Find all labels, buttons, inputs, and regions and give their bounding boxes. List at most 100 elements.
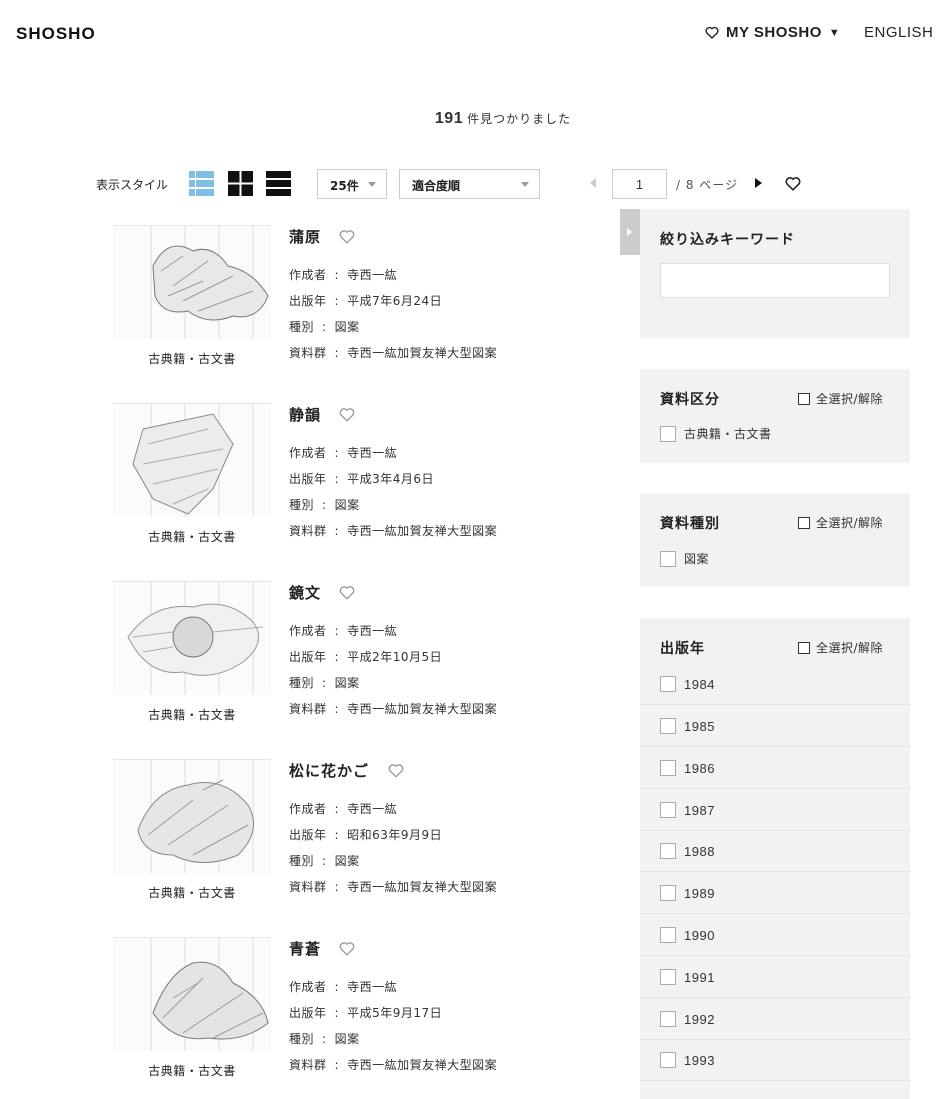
option-label: 1984 [684,676,715,692]
item-title[interactable]: 鏡文 [289,582,321,603]
my-shosho-menu[interactable]: MY SHOSHO ▼ [705,24,840,41]
per-page-select[interactable]: 25件 [317,169,387,199]
year-option[interactable]: 1991 [660,969,715,985]
meta-label: 出版年 [289,650,327,664]
year-option[interactable]: 1990 [660,927,715,943]
meta-label: 出版年 [289,1006,327,1020]
checkbox[interactable] [660,885,676,901]
checkbox[interactable] [798,516,810,529]
item-title[interactable]: 青蒼 [289,938,321,959]
next-page-icon[interactable] [755,178,762,188]
meta-value: 昭和63年9月9日 [347,828,443,842]
thumbnail-image[interactable] [113,581,271,695]
checkbox[interactable] [798,392,810,405]
kind-option[interactable]: 図案 [660,550,709,567]
checkbox[interactable] [660,802,676,818]
meta-date: 出版年: 平成3年4月6日 [289,472,434,486]
list-detail-view-icon [189,171,214,196]
checkbox[interactable] [660,718,676,734]
meta-label: 作成者 [289,624,327,638]
checkbox[interactable] [660,425,676,442]
year-option[interactable]: 1986 [660,760,715,776]
meta-date: 出版年: 平成7年6月24日 [289,294,443,308]
thumbnail-image[interactable] [113,225,271,339]
checkbox[interactable] [660,1011,676,1027]
year-option[interactable]: 1984 [660,676,715,692]
sort-select[interactable]: 適合度順 [399,169,540,199]
material-option[interactable]: 古典籍・古文書 [660,425,772,442]
meta-value: 寺西一紘加賀友禅大型図案 [347,524,498,538]
checkbox[interactable] [660,760,676,776]
prev-page-icon[interactable] [590,178,596,188]
meta-value: 寺西一紘 [347,446,398,460]
meta-label: 種別 [289,498,315,512]
heart-icon[interactable] [785,176,801,191]
item-title[interactable]: 蒲原 [289,226,321,247]
item-title[interactable]: 松に花かご [289,760,369,781]
page-total: / 8 ページ [676,178,739,192]
meta-collection: 資料群: 寺西一紘加賀友禅大型図案 [289,702,498,716]
checkbox[interactable] [798,641,810,654]
meta-date: 出版年: 平成2年10月5日 [289,650,443,664]
checkbox[interactable] [660,550,676,567]
meta-type: 種別: 図案 [289,498,360,512]
meta-type: 種別: 図案 [289,676,360,690]
checkbox[interactable] [660,969,676,985]
year-select-all[interactable]: 全選択/解除 [798,639,883,656]
option-label: 1989 [684,885,715,901]
item-title[interactable]: 静韻 [289,404,321,425]
grid-view-button[interactable] [228,171,253,196]
heart-icon[interactable] [388,763,404,778]
thumbnail-image[interactable] [113,937,271,1051]
list-item: 古典籍・古文書 青蒼 作成者: 寺西一紘 出版年: 平成5年9月17日 種別: 図案 … [0,934,600,1099]
thumbnail-image[interactable] [113,403,271,517]
list-view-icon [266,171,291,196]
dropdown-arrow-icon [368,182,376,187]
year-option[interactable]: 1989 [660,885,715,901]
keyword-filter-input[interactable] [660,263,890,298]
checkbox[interactable] [660,1052,676,1068]
meta-label: 作成者 [289,802,327,816]
option-label: 1990 [684,927,715,943]
meta-label: 出版年 [289,294,327,308]
checkbox[interactable] [660,676,676,692]
material-filter-title: 資料区分 [660,392,720,408]
result-count: 191 件見つかりました [0,110,945,128]
year-option[interactable]: 1985 [660,718,715,734]
list-detail-view-button[interactable] [189,171,214,196]
meta-value: 図案 [334,676,360,690]
year-option[interactable]: 1987 [660,802,715,818]
display-style-label: 表示スタイル [96,178,169,192]
checkbox[interactable] [660,843,676,859]
year-option[interactable]: 1993 [660,1052,715,1068]
heart-icon[interactable] [339,941,355,956]
heart-icon[interactable] [339,585,355,600]
category-label: 古典籍・古文書 [148,1064,236,1078]
meta-collection: 資料群: 寺西一紘加賀友禅大型図案 [289,880,498,894]
year-option[interactable]: 1992 [660,1011,715,1027]
language-switch[interactable]: ENGLISH [864,24,933,41]
meta-label: 資料群 [289,880,327,894]
site-logo[interactable]: SHOSHO [16,24,96,44]
thumbnail-image[interactable] [113,759,271,873]
option-label: 1991 [684,969,715,985]
material-select-all[interactable]: 全選択/解除 [798,390,883,407]
filter-collapse-toggle[interactable] [620,209,640,255]
year-option[interactable]: 1988 [660,843,715,859]
year-option-row: 1985 [640,705,910,747]
meta-value: 平成3年4月6日 [347,472,434,486]
option-label: 古典籍・古文書 [684,427,772,441]
option-label: 1986 [684,760,715,776]
meta-type: 種別: 図案 [289,320,360,334]
heart-icon[interactable] [339,229,355,244]
checkbox[interactable] [660,927,676,943]
meta-collection: 資料群: 寺西一紘加賀友禅大型図案 [289,346,498,360]
list-view-button[interactable] [266,171,291,196]
option-label: 1992 [684,1011,715,1027]
heart-icon[interactable] [339,407,355,422]
year-filter-panel: 出版年 全選択/解除 1984 1985 1986 1987 1988 1989… [640,618,910,1099]
grid-view-icon [228,171,253,196]
page-number-input[interactable]: 1 [612,169,667,199]
kind-select-all[interactable]: 全選択/解除 [798,514,883,531]
meta-value: 寺西一紘加賀友禅大型図案 [347,1058,498,1072]
